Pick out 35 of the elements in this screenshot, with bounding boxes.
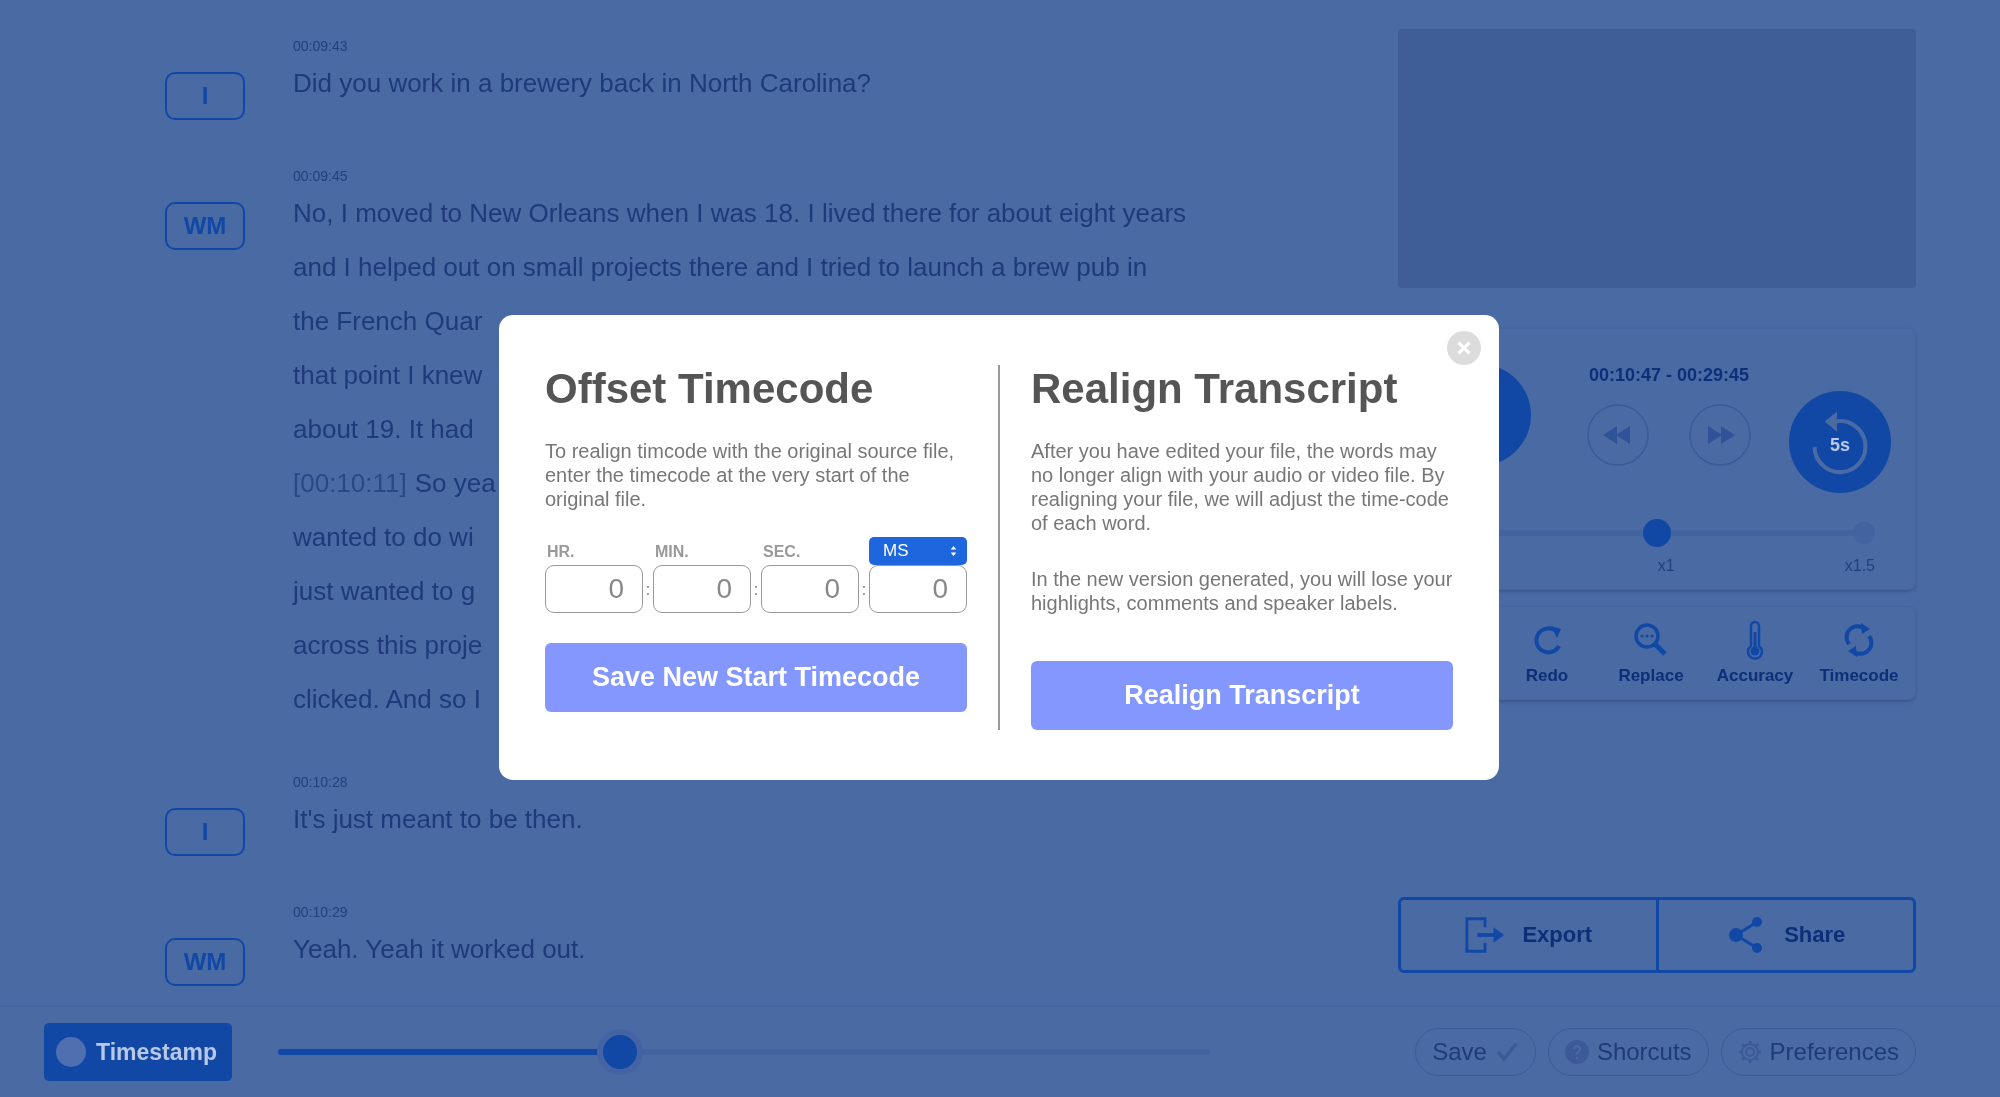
field-label: SEC. [762,542,802,562]
time-input[interactable]: 0 [869,565,967,613]
action-button[interactable]: Share [1655,900,1913,970]
dialog-description: To realign timcode with the original source file, enter the timecode at the very start of the original file. [545,439,956,511]
rewind-icon[interactable] [1587,404,1649,466]
speaker-badge[interactable]: WM [165,938,245,986]
fast-forward-icon[interactable] [1689,404,1751,466]
separator: : [752,581,760,600]
field-label: MIN. [654,542,690,562]
close-icon[interactable] [1447,331,1481,365]
timestamp-button[interactable]: Timestamp [44,1023,232,1081]
separator: : [860,581,868,600]
dialog-description: After you have edited your file, the words may no longer align with your audio or video file. By realigning your file, we will adjust the time-code of each word. [1031,439,1450,535]
tool-button[interactable]: Timecode [1807,620,1911,686]
realign-button[interactable]: Realign Transcript [1031,661,1453,730]
tool-button[interactable]: Redo [1495,620,1599,686]
updown-icon [950,545,957,557]
speaker-badge[interactable]: WM [165,202,245,250]
skip-back-button[interactable]: 5s [1789,391,1891,493]
tool-button[interactable]: Accuracy [1703,620,1807,686]
time-input[interactable]: 0 [545,565,643,613]
time-range: 00:10:47 - 00:29:45 [1588,365,1750,386]
action-button[interactable]: Export [1401,900,1656,970]
field-label: HR. [546,542,576,562]
dialog-description: In the new version generated, you will lose your highlights, comments and speaker labels. [1031,567,1453,615]
time-input[interactable]: 0 [653,565,751,613]
tool-button[interactable]: Replace [1599,620,1703,686]
separator: : [644,581,652,600]
dialog-heading: Realign Transcript [1031,365,1399,413]
unit-select[interactable]: MS [869,537,967,565]
dialog-heading: Offset Timecode [545,365,875,413]
speaker-badge[interactable]: I [165,72,245,120]
time-input[interactable]: 0 [761,565,859,613]
speaker-badge[interactable]: I [165,808,245,856]
save-timecode-button[interactable]: Save New Start Timecode [545,643,967,712]
